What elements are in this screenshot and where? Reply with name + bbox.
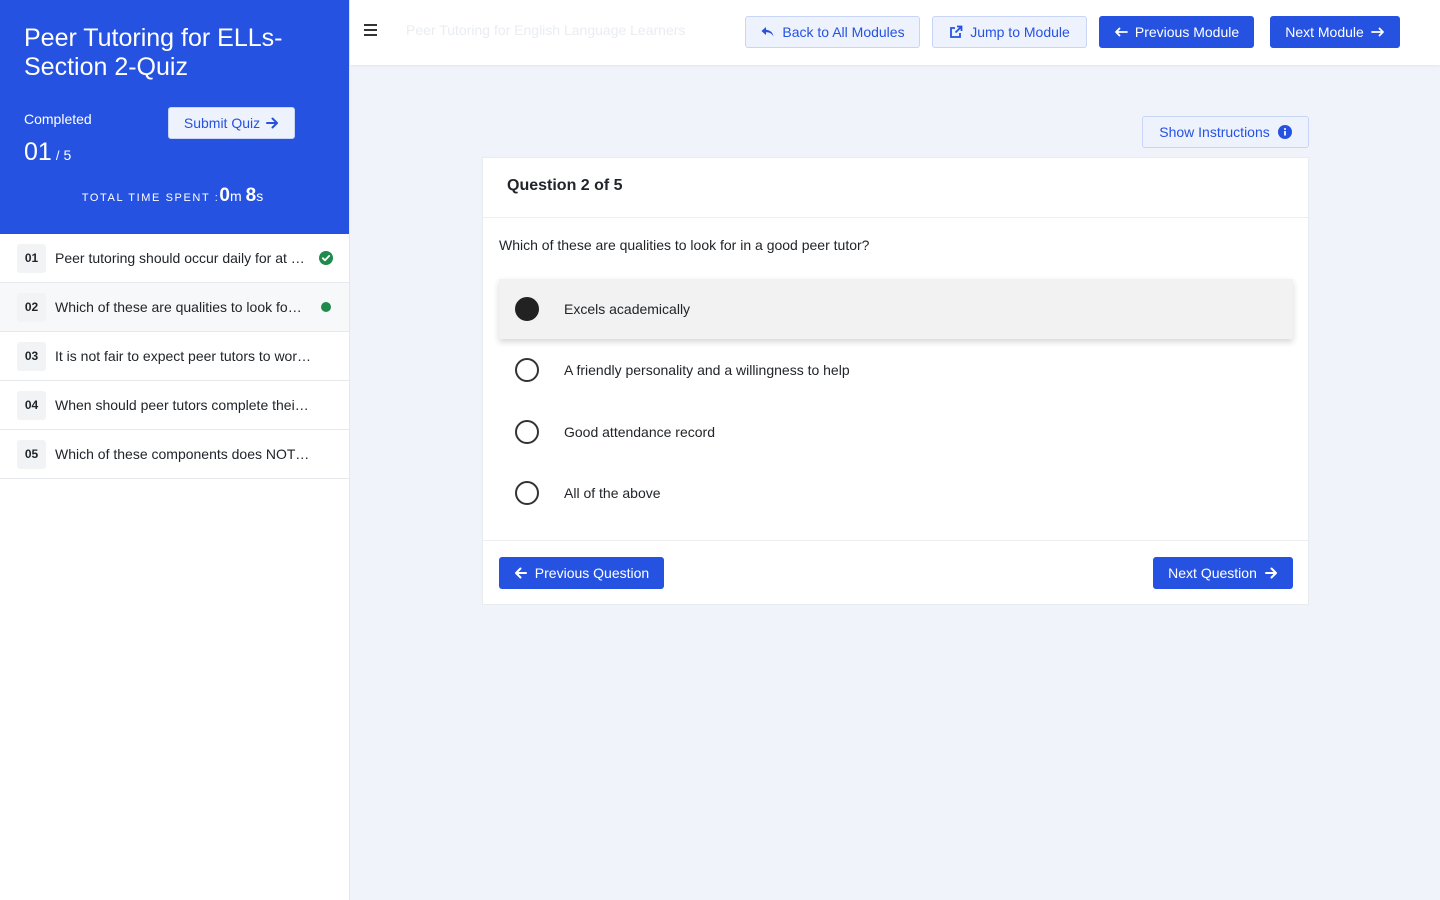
question-preview: It is not fair to expect peer tutors to …: [55, 348, 317, 364]
completed-count: 01/5: [24, 138, 71, 167]
arrow-right-icon: [1264, 567, 1277, 579]
quiz-title: Peer Tutoring for ELLs- Section 2-Quiz: [24, 24, 283, 81]
question-number: 01: [17, 243, 46, 273]
question-text: Which of these are qualities to look for…: [499, 237, 870, 253]
question-preview: Peer tutoring should occur daily for at …: [55, 250, 305, 266]
question-number: 03: [17, 341, 46, 371]
info-circle-icon: [1277, 125, 1292, 139]
next-module-label: Next Module: [1285, 24, 1364, 40]
next-module-button[interactable]: Next Module: [1270, 16, 1400, 48]
previous-question-button[interactable]: Previous Question: [499, 557, 664, 589]
card-footer-divider: [483, 540, 1308, 541]
arrow-right-icon: [266, 117, 279, 129]
question-heading: Question 2 of 5: [483, 158, 1308, 218]
reply-arrow-icon: [761, 27, 774, 37]
question-number: 02: [17, 292, 46, 322]
radio-icon[interactable]: [515, 420, 539, 444]
radio-icon[interactable]: [515, 358, 539, 382]
back-to-all-modules-label: Back to All Modules: [782, 24, 905, 40]
jump-to-module-label: Jump to Module: [970, 24, 1070, 40]
question-list-item-1[interactable]: 01 Peer tutoring should occur daily for …: [0, 234, 349, 283]
question-list-item-3[interactable]: 03 It is not fair to expect peer tutors …: [0, 332, 349, 381]
external-link-icon: [950, 25, 963, 38]
radio-selected-icon[interactable]: [515, 297, 539, 321]
time-minutes: 0: [219, 185, 230, 206]
top-bar: Peer Tutoring for English Language Learn…: [350, 0, 1440, 65]
answer-option-3[interactable]: Good attendance record: [499, 402, 1293, 462]
module-title: Peer Tutoring for English Language Learn…: [406, 22, 686, 38]
completed-total: 5: [63, 147, 72, 163]
time-spent-label: TOTAL TIME SPENT :: [81, 192, 220, 204]
question-number: 04: [17, 390, 46, 420]
answer-option-4[interactable]: All of the above: [499, 463, 1293, 523]
arrow-right-icon: [1370, 27, 1384, 37]
answer-option-label: A friendly personality and a willingness…: [564, 362, 850, 378]
answer-option-label: Good attendance record: [564, 424, 715, 440]
back-to-all-modules-button[interactable]: Back to All Modules: [745, 16, 920, 48]
question-list: 01 Peer tutoring should occur daily for …: [0, 234, 349, 479]
completed-label: Completed: [24, 111, 92, 127]
answer-option-label: Excels academically: [564, 301, 691, 317]
submit-quiz-button[interactable]: Submit Quiz: [168, 107, 295, 139]
question-card: Question 2 of 5 Which of these are quali…: [482, 157, 1309, 605]
question-list-item-4[interactable]: 04 When should peer tutors complete thei…: [0, 381, 349, 430]
answer-option-2[interactable]: A friendly personality and a willingness…: [499, 340, 1293, 400]
time-minutes-unit: m: [229, 188, 242, 204]
question-preview: Which of these are qualities to look for…: [55, 299, 305, 315]
question-list-item-5[interactable]: 05 Which of these components does NOT ne…: [0, 430, 349, 479]
radio-icon[interactable]: [515, 481, 539, 505]
sidebar: Peer Tutoring for ELLs- Section 2-Quiz C…: [0, 0, 350, 900]
question-number: 05: [17, 439, 46, 469]
time-seconds: 8: [245, 185, 257, 206]
time-seconds-unit: s: [256, 188, 264, 204]
question-preview: Which of these components does NOT need …: [55, 446, 313, 462]
time-spent: TOTAL TIME SPENT :0m 8s: [0, 185, 349, 207]
question-preview: When should peer tutors complete their t…: [55, 397, 311, 413]
show-instructions-button[interactable]: Show Instructions: [1142, 116, 1309, 148]
sidebar-header: Peer Tutoring for ELLs- Section 2-Quiz C…: [0, 0, 349, 234]
completed-separator: /: [55, 148, 60, 163]
answer-option-1[interactable]: Excels academically: [499, 279, 1293, 339]
submit-quiz-label: Submit Quiz: [183, 115, 261, 131]
previous-module-label: Previous Module: [1134, 24, 1240, 40]
check-circle-icon: [319, 251, 333, 265]
answer-option-label: All of the above: [564, 485, 661, 501]
completed-count-value: 01: [24, 138, 52, 166]
next-question-label: Next Question: [1168, 565, 1257, 581]
jump-to-module-button[interactable]: Jump to Module: [932, 16, 1087, 48]
next-question-button[interactable]: Next Question: [1153, 557, 1293, 589]
hamburger-icon[interactable]: [364, 22, 380, 40]
arrow-left-icon: [514, 567, 527, 579]
arrow-left-icon: [1114, 27, 1128, 37]
question-list-item-2[interactable]: 02 Which of these are qualities to look …: [0, 283, 349, 332]
previous-question-label: Previous Question: [534, 565, 650, 581]
dot-icon: [321, 302, 331, 312]
show-instructions-label: Show Instructions: [1159, 124, 1270, 140]
previous-module-button[interactable]: Previous Module: [1099, 16, 1254, 48]
